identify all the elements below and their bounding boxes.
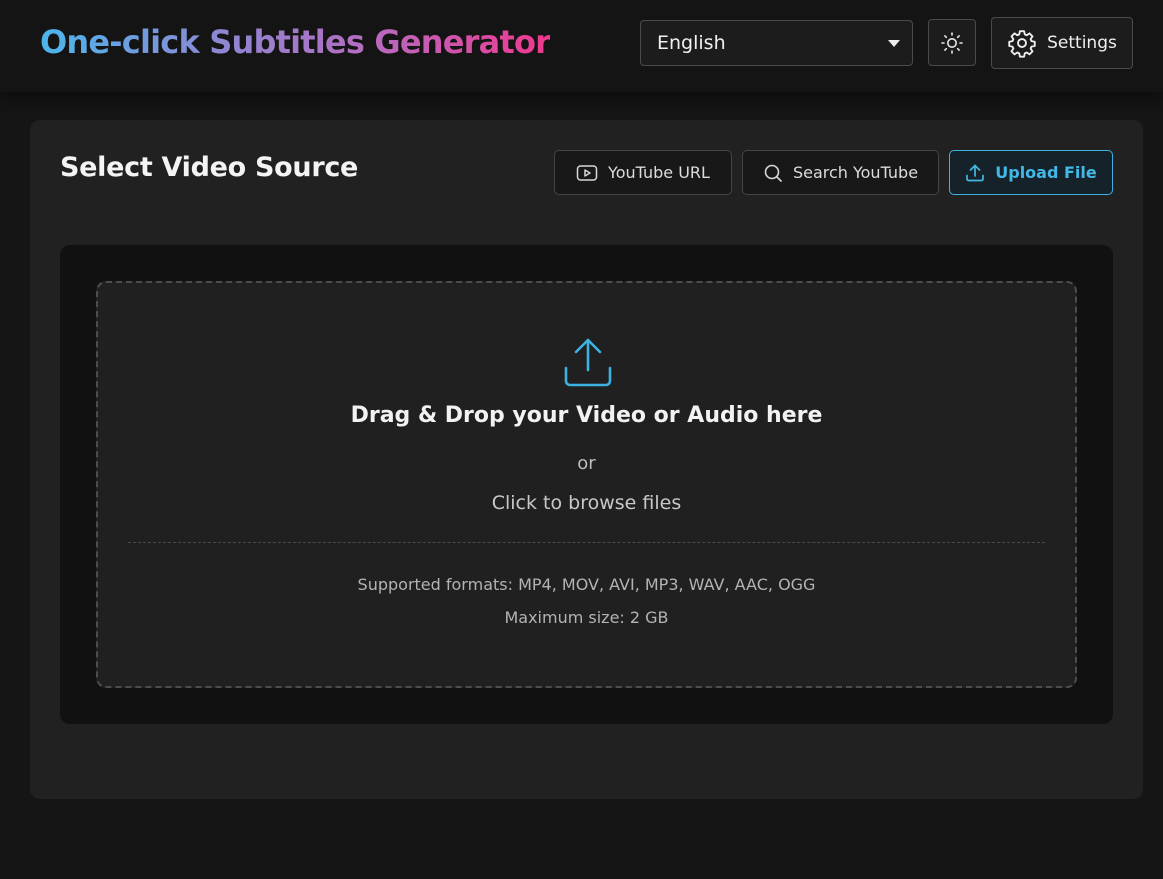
dropzone-or: or <box>577 453 596 474</box>
file-dropzone[interactable]: Drag & Drop your Video or Audio here or … <box>96 281 1077 688</box>
dropzone-heading: Drag & Drop your Video or Audio here <box>350 403 823 428</box>
dropzone-container: Drag & Drop your Video or Audio here or … <box>60 245 1113 724</box>
caret-down-icon <box>888 40 900 47</box>
language-select[interactable]: English <box>640 20 913 66</box>
section-title: Select Video Source <box>60 152 359 183</box>
tab-upload-file[interactable]: Upload File <box>949 150 1113 195</box>
tab-label: Upload File <box>995 163 1097 182</box>
theme-toggle-button[interactable] <box>928 19 976 66</box>
max-size: Maximum size: 2 GB <box>504 608 669 627</box>
supported-formats: Supported formats: MP4, MOV, AVI, MP3, W… <box>357 575 816 594</box>
settings-button[interactable]: Settings <box>991 17 1133 69</box>
upload-icon <box>563 337 613 389</box>
app-title: One-click Subtitles Generator <box>40 20 551 64</box>
tab-label: Search YouTube <box>792 163 919 182</box>
settings-label: Settings <box>1047 33 1117 53</box>
tab-youtube-url[interactable]: YouTube URL <box>554 150 732 195</box>
browse-files-link[interactable]: Click to browse files <box>98 492 1075 514</box>
language-selected-value: English <box>657 32 726 54</box>
sun-icon <box>940 31 964 55</box>
divider <box>128 542 1045 543</box>
gear-icon <box>1007 28 1037 58</box>
search-icon <box>763 163 783 183</box>
app-header: One-click Subtitles Generator English Se… <box>0 0 1163 92</box>
tab-search-youtube[interactable]: Search YouTube <box>742 150 939 195</box>
upload-icon <box>965 163 985 183</box>
play-icon <box>576 164 598 182</box>
video-source-panel: Select Video Source YouTube URL Search Y… <box>30 120 1143 799</box>
tab-label: YouTube URL <box>608 163 710 182</box>
